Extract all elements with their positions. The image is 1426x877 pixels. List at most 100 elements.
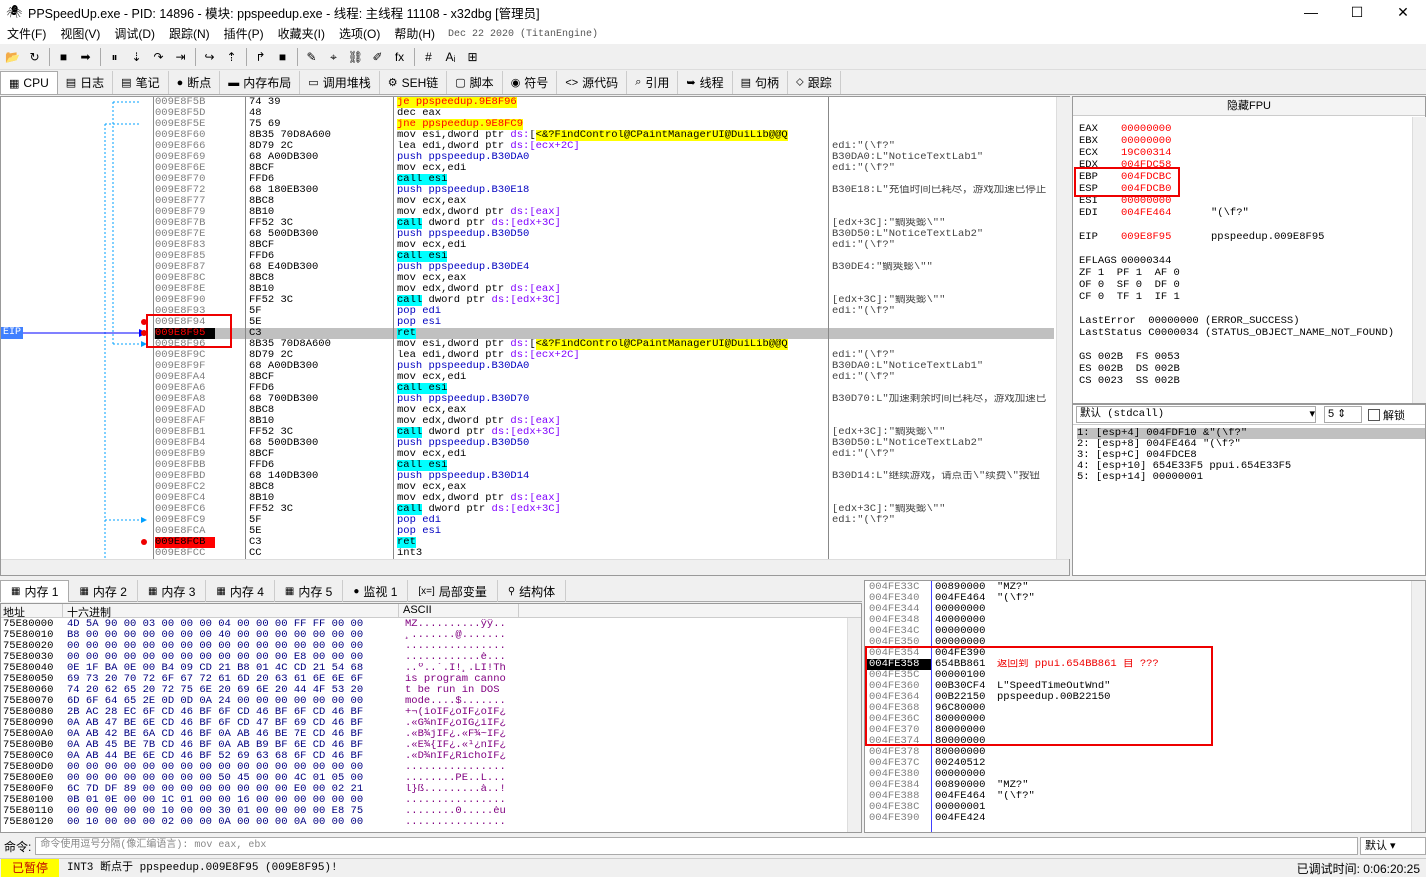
stack-row[interactable]: 004FE374 80000000 <box>865 736 1425 747</box>
instruction-text[interactable]: call esi <box>397 174 829 185</box>
argument-count-stepper[interactable]: 5 ⇕ <box>1324 406 1362 423</box>
toolbar-button-15[interactable]: ✐ <box>367 47 388 67</box>
instruction-address[interactable]: 009E8FBB <box>155 460 215 471</box>
segment-row[interactable]: CS 0023 SS 002B <box>1079 375 1394 387</box>
segment-row[interactable]: GS 002B FS 0053 <box>1079 351 1394 363</box>
instruction-address[interactable]: 009E8F72 <box>155 185 215 196</box>
toolbar-button-18[interactable]: Aᵢ <box>440 47 461 67</box>
toolbar-button-10[interactable]: ↱ <box>250 47 271 67</box>
instruction-address[interactable]: 009E8F90 <box>155 295 215 306</box>
dump-row[interactable]: 75E80050 69 73 20 70 72 6F 67 72 61 6D 20… <box>1 674 861 685</box>
instruction-text[interactable]: mov edx,dword ptr ds:[eax] <box>397 207 829 218</box>
stack-row[interactable]: 004FE378 80000000 <box>865 747 1425 758</box>
dump-row[interactable]: 75E80010 B8 00 00 00 00 00 00 00 40 00 00… <box>1 630 861 641</box>
instruction-address[interactable]: 009E8FCA <box>155 526 215 537</box>
register-row[interactable]: EBX 00000000 <box>1079 135 1394 147</box>
dump-row[interactable]: 75E80020 00 00 00 00 00 00 00 00 00 00 00… <box>1 641 861 652</box>
instruction-text[interactable]: call dword ptr ds:[edx+3C] <box>397 504 829 515</box>
instruction-address[interactable]: 009E8FC9 <box>155 515 215 526</box>
instruction-address[interactable]: 009E8FB9 <box>155 449 215 460</box>
instruction-address[interactable]: 009E8F5D <box>155 108 215 119</box>
tab-0[interactable]: ▦ CPU <box>0 71 58 94</box>
register-row[interactable]: EIP 009E8F95 ppspeedup.009E8F95 <box>1079 231 1394 243</box>
menu-item-3[interactable]: 跟踪(N) <box>162 24 217 44</box>
stack-row[interactable]: 004FE340 004FE464 "(\f?" <box>865 593 1425 604</box>
unlock-checkbox[interactable]: 解锁 <box>1368 407 1405 423</box>
instruction-address[interactable]: 009E8FA8 <box>155 394 215 405</box>
register-row[interactable] <box>1079 243 1394 255</box>
dump-row[interactable]: 75E80100 0B 01 0E 00 00 1C 01 00 00 16 00… <box>1 795 861 806</box>
instruction-text[interactable]: mov ecx,edi <box>397 240 829 251</box>
instruction-text[interactable]: push ppspeedup.B30D50 <box>397 229 829 240</box>
dump-row[interactable]: 75E80090 0A AB 47 BE 6E CD 46 BF 6F CD 47… <box>1 718 861 729</box>
tab-5[interactable]: ▭ 调用堆栈 <box>300 71 380 94</box>
register-row[interactable]: ESP 004FDCB0 <box>1079 183 1394 195</box>
dump-tab-7[interactable]: ⚲ 结构体 <box>498 580 567 602</box>
disassembly-hscrollbar[interactable] <box>1 559 1069 575</box>
instruction-text[interactable]: pop edi <box>397 515 829 526</box>
instruction-address[interactable]: 009E8FAD <box>155 405 215 416</box>
instruction-address[interactable]: 009E8F9C <box>155 350 215 361</box>
dump-row[interactable]: 75E800B0 0A AB 45 BE 7B CD 46 BF 0A AB B9… <box>1 740 861 751</box>
command-mode-select[interactable]: 默认 ▾ <box>1360 837 1426 855</box>
tab-1[interactable]: ▤ 日志 <box>57 71 114 94</box>
instruction-text[interactable]: call esi <box>397 383 829 394</box>
dump-row[interactable]: 75E80110 00 00 00 00 00 10 00 00 30 01 00… <box>1 806 861 817</box>
argument-row[interactable]: 3: [esp+C] 004FDCE8 <box>1077 450 1425 461</box>
instruction-text[interactable]: mov esi,dword ptr ds:[<&?FindControl@CPa… <box>397 130 829 141</box>
register-row[interactable]: EBP 004FDCBC <box>1079 171 1394 183</box>
disassembly-scrollbar[interactable] <box>1056 97 1070 559</box>
toolbar-button-4[interactable]: ⏸ <box>104 47 125 67</box>
instruction-text[interactable]: mov edx,dword ptr ds:[eax] <box>397 416 829 427</box>
instruction-text[interactable]: mov ecx,eax <box>397 273 829 284</box>
toolbar-button-16[interactable]: fx <box>389 47 410 67</box>
tab-6[interactable]: ⚙ SEH链 <box>379 71 448 94</box>
flags-row[interactable]: CF 0 TF 1 IF 1 <box>1079 291 1394 303</box>
instruction-text[interactable]: je ppspeedup.9E8F96 <box>397 97 829 108</box>
instruction-text[interactable]: mov ecx,eax <box>397 405 829 416</box>
dump-row[interactable]: 75E80000 4D 5A 90 00 03 00 00 00 04 00 00… <box>1 619 861 630</box>
instruction-text[interactable]: mov ecx,edi <box>397 372 829 383</box>
stack-row[interactable]: 004FE360 00B30CF4 L"SpeedTimeOutWnd" <box>865 681 1425 692</box>
toolbar-button-2[interactable]: ■ <box>53 47 74 67</box>
registers-pane[interactable]: 隐藏FPU EAX 00000000 EBX 00000000 ECX 19C00314 E… <box>1072 96 1426 404</box>
tab-7[interactable]: ▢ 脚本 <box>447 71 503 94</box>
instruction-address[interactable]: 009E8F79 <box>155 207 215 218</box>
calling-convention-select[interactable]: 默认 (stdcall) ▾ <box>1076 406 1316 423</box>
argument-row[interactable]: 4: [esp+10] 654E33F5 ppui.654E33F5 <box>1077 461 1425 472</box>
dump-tab-2[interactable]: ▦ 内存 3 <box>138 580 207 602</box>
stack-row[interactable]: 004FE368 96C80000 <box>865 703 1425 714</box>
register-row[interactable]: ESI 00000000 <box>1079 195 1394 207</box>
instruction-text[interactable]: mov edx,dword ptr ds:[eax] <box>397 493 829 504</box>
stack-row[interactable]: 004FE384 00890000 "MZ?" <box>865 780 1425 791</box>
stack-row[interactable]: 004FE344 00000000 <box>865 604 1425 615</box>
instruction-address[interactable]: 009E8F66 <box>155 141 215 152</box>
tab-9[interactable]: <> 源代码 <box>557 71 628 94</box>
instruction-text[interactable]: call dword ptr ds:[edx+3C] <box>397 295 829 306</box>
instruction-text[interactable]: push ppspeedup.B30D50 <box>397 438 829 449</box>
toolbar-button-3[interactable]: ➡ <box>75 47 96 67</box>
stack-row[interactable]: 004FE36C 80000000 <box>865 714 1425 725</box>
instruction-text[interactable]: ret <box>397 537 829 548</box>
instruction-text[interactable]: pop esi <box>397 526 829 537</box>
maximize-button[interactable]: ☐ <box>1334 0 1380 24</box>
instruction-address[interactable]: 009E8F7B <box>155 218 215 229</box>
instruction-address[interactable]: 009E8F5B <box>155 97 215 108</box>
instruction-text[interactable]: mov edx,dword ptr ds:[eax] <box>397 284 829 295</box>
instruction-text[interactable]: push ppspeedup.B30E18 <box>397 185 829 196</box>
instruction-address[interactable]: 009E8F93 <box>155 306 215 317</box>
segment-row[interactable]: ES 002B DS 002B <box>1079 363 1394 375</box>
instruction-text[interactable]: push ppspeedup.B30D14 <box>397 471 829 482</box>
toolbar-button-1[interactable]: ↻ <box>24 47 45 67</box>
instruction-address[interactable]: 009E8F95 <box>155 328 215 339</box>
menu-item-6[interactable]: 选项(O) <box>332 24 387 44</box>
menu-item-2[interactable]: 调试(D) <box>107 24 162 44</box>
instruction-text[interactable]: pop edi <box>397 306 829 317</box>
stack-row[interactable]: 004FE350 00000000 <box>865 637 1425 648</box>
instruction-text[interactable]: push ppspeedup.B30DA0 <box>397 152 829 163</box>
toolbar-button-19[interactable]: ⊞ <box>462 47 483 67</box>
instruction-address[interactable]: 009E8FA6 <box>155 383 215 394</box>
instruction-text[interactable]: call dword ptr ds:[edx+3C] <box>397 218 829 229</box>
instruction-text[interactable]: jne ppspeedup.9E8FC9 <box>397 119 829 130</box>
dump-row[interactable]: 75E800D0 00 00 00 00 00 00 00 00 00 00 00… <box>1 762 861 773</box>
